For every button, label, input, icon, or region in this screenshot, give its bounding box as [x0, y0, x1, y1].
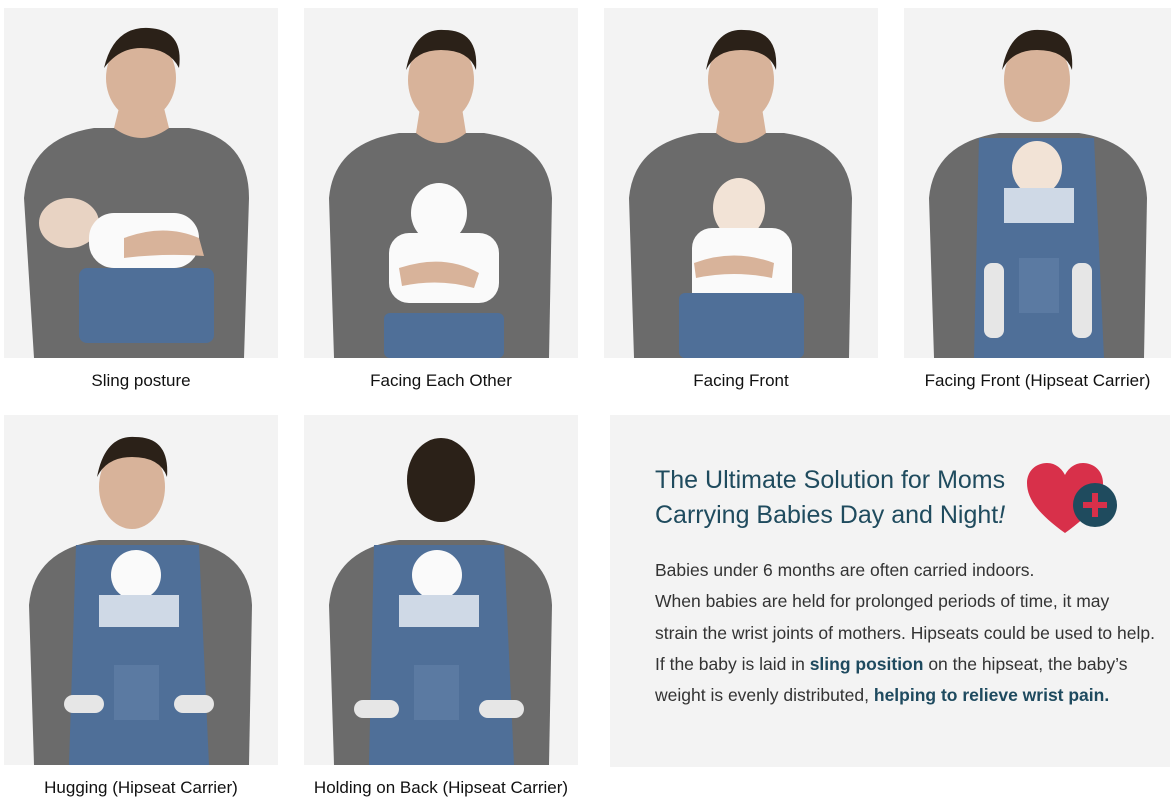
tile-holding-on-back-hipseat: Holding on Back (Hipseat Carrier) [304, 415, 578, 798]
caption: Facing Front (Hipseat Carrier) [924, 371, 1151, 390]
tile-facing-front: Facing Front [604, 8, 878, 403]
caption: Sling posture [91, 371, 191, 390]
photo-facing-front [604, 8, 878, 358]
info-body-bold-relieve: helping to relieve wrist pain. [873, 685, 1110, 706]
info-title-line2: Carrying Babies Day and Night [655, 501, 999, 529]
person-illustration [904, 8, 1171, 358]
tile-facing-each-other: Facing Each Other [304, 8, 578, 403]
caption: Holding on Back (Hipseat Carrier) [313, 778, 569, 797]
photo-sling-posture [4, 8, 278, 358]
person-illustration [304, 415, 578, 765]
person-illustration [304, 8, 578, 358]
caption: Hugging (Hipseat Carrier) [44, 778, 238, 797]
caption: Facing Each Other [370, 371, 512, 390]
info-panel: The Ultimate Solution for Moms Carrying … [610, 415, 1170, 767]
tile-hugging-hipseat: Hugging (Hipseat Carrier) [4, 415, 278, 798]
info-body: Babies under 6 months are often carried … [655, 555, 1155, 711]
photo-facing-each-other [304, 8, 578, 358]
photo-hugging-hipseat [4, 415, 278, 765]
photo-holding-on-back-hipseat [304, 415, 578, 765]
caption: Facing Front [693, 371, 789, 390]
info-title-exclamation: ! [998, 501, 1006, 529]
person-illustration [4, 415, 278, 765]
heart-plus-icon [1027, 463, 1117, 533]
photo-facing-front-hipseat [904, 8, 1171, 358]
info-title-line2-wrapper: Carrying Babies Day and Night! [655, 498, 1035, 533]
info-body-paragraph-2: When babies are held for prolonged perio… [655, 586, 1155, 711]
info-title-line1: The Ultimate Solution for Moms [655, 466, 1006, 494]
person-illustration [604, 8, 878, 358]
info-body-bold-sling-position: sling position [809, 653, 924, 674]
person-illustration [4, 8, 278, 358]
info-title: The Ultimate Solution for Moms Carrying … [655, 463, 1035, 533]
tile-sling-posture: Sling posture [4, 8, 278, 403]
tile-facing-front-hipseat: Facing Front (Hipseat Carrier) [904, 8, 1171, 403]
info-body-paragraph-1: Babies under 6 months are often carried … [655, 560, 1035, 580]
